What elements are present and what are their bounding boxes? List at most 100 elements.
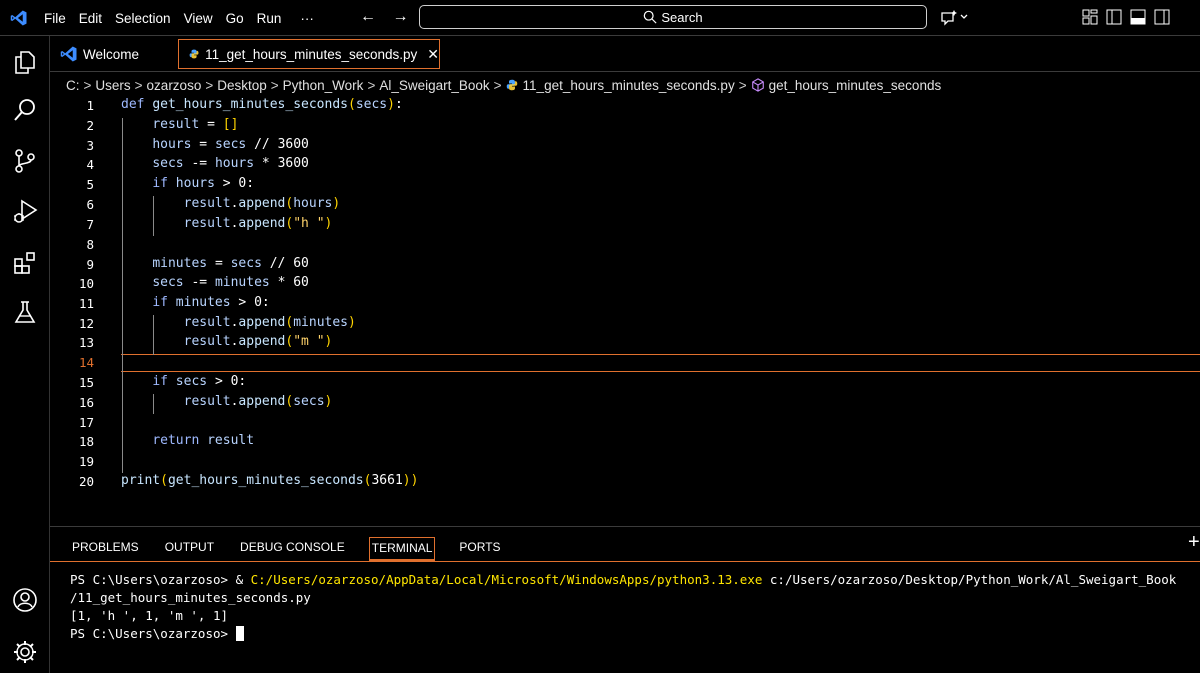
tab-ports[interactable]: PORTS: [457, 537, 502, 561]
tab-output[interactable]: OUTPUT: [163, 537, 216, 561]
current-line-highlight: [121, 354, 1200, 372]
tab-python-file[interactable]: 11_get_hours_minutes_seconds.py ✕: [178, 39, 440, 69]
terminal-prompt: PS C:\Users\ozarzoso> &: [70, 572, 251, 587]
testing-icon[interactable]: [12, 299, 38, 325]
menu-edit[interactable]: Edit: [79, 11, 102, 26]
line-number: 17: [78, 415, 94, 430]
breadcrumb-item[interactable]: ozarzoso: [147, 78, 202, 93]
code-line[interactable]: hours = secs // 3600: [121, 137, 309, 152]
terminal-prompt: PS C:\Users\ozarzoso>: [70, 626, 236, 641]
code-line[interactable]: result = []: [121, 117, 238, 132]
terminal-command: C:/Users/ozarzoso/AppData/Local/Microsof…: [250, 572, 763, 587]
line-number: 19: [78, 454, 94, 469]
tab-problems[interactable]: PROBLEMS: [70, 537, 141, 561]
layout-controls: [1082, 9, 1170, 25]
line-number: 18: [78, 434, 94, 449]
copilot-icon[interactable]: [940, 7, 970, 27]
tab-debug-console[interactable]: DEBUG CONSOLE: [238, 537, 347, 561]
panel-tabs: PROBLEMS OUTPUT DEBUG CONSOLE TERMINAL P…: [70, 537, 503, 561]
source-control-icon[interactable]: [12, 148, 38, 174]
terminal-arg-cont: /11_get_hours_minutes_seconds.py: [70, 590, 311, 605]
menu-selection[interactable]: Selection: [115, 11, 171, 26]
tab-terminal[interactable]: TERMINAL: [368, 537, 436, 561]
search-box[interactable]: Search: [419, 5, 927, 29]
code-line[interactable]: if secs > 0:: [121, 374, 246, 389]
line-number: 15: [78, 375, 94, 390]
breadcrumb-item[interactable]: Python_Work: [283, 78, 364, 93]
code-line[interactable]: result.append(hours): [121, 196, 341, 211]
menu-go[interactable]: Go: [226, 11, 244, 26]
breadcrumb-item[interactable]: Users: [95, 78, 130, 93]
function-cube-icon: [751, 78, 764, 92]
line-number: 10: [78, 276, 94, 291]
terminal-cursor: [235, 626, 244, 641]
tab-welcome-label: Welcome: [83, 46, 140, 62]
breadcrumb-file[interactable]: 11_get_hours_minutes_seconds.py: [523, 78, 735, 93]
vscode-logo-icon: [60, 46, 77, 62]
menu-more[interactable]: ···: [300, 11, 314, 26]
search-label: Search: [661, 9, 703, 25]
code-line[interactable]: result.append("h "): [121, 216, 333, 231]
code-line[interactable]: result.append("m "): [121, 334, 333, 349]
code-line[interactable]: result.append(minutes): [121, 315, 356, 330]
explorer-icon[interactable]: [12, 49, 38, 75]
toggle-primary-sidebar-icon[interactable]: [1106, 9, 1122, 25]
line-number: 3: [86, 138, 94, 153]
activity-bar: [0, 36, 50, 673]
editor-tabs: Welcome 11_get_hours_minutes_seconds.py …: [50, 36, 1200, 72]
menu-bar: File Edit Selection View Go Run ···: [44, 0, 327, 36]
line-number: 11: [78, 296, 94, 311]
line-number: 6: [86, 197, 94, 212]
code-line[interactable]: if hours > 0:: [121, 176, 254, 191]
line-number: 16: [78, 395, 94, 410]
tab-welcome[interactable]: Welcome: [60, 39, 139, 69]
line-number-current: 14: [78, 355, 94, 370]
line-number: 5: [86, 177, 94, 192]
bottom-panel: PROBLEMS OUTPUT DEBUG CONSOLE TERMINAL P…: [50, 526, 1200, 673]
line-number: 20: [78, 474, 94, 489]
breadcrumb-item[interactable]: C:: [66, 78, 80, 93]
python-icon: [506, 79, 517, 91]
line-number: 13: [78, 335, 94, 350]
line-number: 4: [86, 157, 94, 172]
tab-python-file-label: 11_get_hours_minutes_seconds.py: [205, 46, 418, 62]
breadcrumb-item[interactable]: Al_Sweigart_Book: [379, 78, 489, 93]
accounts-icon[interactable]: [12, 587, 38, 613]
manage-gear-icon[interactable]: [12, 639, 38, 665]
toggle-secondary-sidebar-icon[interactable]: [1154, 9, 1170, 25]
python-icon: [189, 49, 199, 59]
code-line[interactable]: secs -= hours * 3600: [121, 156, 309, 171]
menu-run[interactable]: Run: [257, 11, 282, 26]
add-terminal-icon[interactable]: +: [1188, 531, 1200, 554]
line-number: 9: [86, 257, 94, 272]
customize-layout-icon[interactable]: [1082, 9, 1098, 25]
close-icon[interactable]: ✕: [427, 46, 439, 63]
search-icon: [644, 10, 657, 24]
line-number: 8: [86, 237, 94, 252]
code-line[interactable]: if minutes > 0:: [121, 295, 269, 310]
code-line[interactable]: return result: [121, 433, 254, 448]
terminal-output[interactable]: PS C:\Users\ozarzoso> & C:/Users/ozarzos…: [70, 571, 1176, 643]
run-debug-icon[interactable]: [12, 198, 38, 224]
panel-divider: [50, 561, 1200, 562]
terminal-arg: c:/Users/ozarzoso/Desktop/Python_Work/Al…: [762, 572, 1177, 587]
menu-view[interactable]: View: [184, 11, 213, 26]
toggle-panel-icon[interactable]: [1130, 9, 1146, 25]
breadcrumb-item[interactable]: Desktop: [217, 78, 267, 93]
extensions-icon[interactable]: [12, 250, 38, 276]
code-line[interactable]: secs -= minutes * 60: [121, 275, 309, 290]
nav-arrows[interactable]: ← →: [360, 8, 414, 26]
vscode-logo-icon[interactable]: [10, 9, 28, 27]
menu-file[interactable]: File: [44, 11, 66, 26]
search-view-icon[interactable]: [12, 97, 38, 123]
title-bar: File Edit Selection View Go Run ··· ← → …: [0, 0, 1200, 36]
line-number: 7: [86, 217, 94, 232]
terminal-result: [1, 'h ', 1, 'm ', 1]: [70, 608, 229, 623]
code-line[interactable]: print(get_hours_minutes_seconds(3661)): [121, 473, 418, 488]
breadcrumb-symbol[interactable]: get_hours_minutes_seconds: [769, 78, 942, 93]
code-line[interactable]: result.append(secs): [121, 394, 333, 409]
code-line[interactable]: minutes = secs // 60: [121, 256, 309, 271]
code-line[interactable]: def get_hours_minutes_seconds(secs):: [121, 97, 403, 112]
line-number: 2: [86, 118, 94, 133]
line-number: 12: [78, 316, 94, 331]
